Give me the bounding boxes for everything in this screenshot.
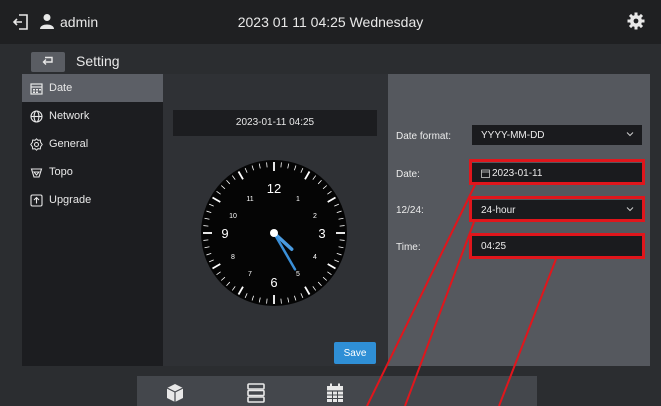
gear-icon [30,137,43,151]
cube-icon[interactable] [166,383,184,403]
clock-numeral-8: 8 [231,254,235,261]
time-label: Time: [396,242,421,253]
globe-icon [30,109,43,123]
save-button[interactable]: Save [334,342,376,364]
date-field-highlight [469,159,645,185]
sidebar-item-label: Upgrade [49,194,92,206]
sidebar-item-general[interactable]: General [22,130,163,158]
mode-field-highlight [469,196,645,222]
topology-icon [30,167,43,178]
clock-date-display: 2023-01-11 04:25 [173,110,377,136]
clock-tick [280,162,282,168]
clock-tick [339,239,345,241]
header-datetime: 2023 01 11 04:25 Wednesday [237,14,424,30]
back-arrow-icon [42,56,53,65]
clock-tick [266,162,268,168]
top-bar: admin 2023 01 11 04:25 Wednesday [0,0,661,44]
clock-tick [266,298,268,304]
date-format-label: Date format: [396,131,452,142]
clock-tick [203,225,209,227]
chevron-down-icon [626,132,634,137]
mode-label: 12/24: [396,205,424,216]
upgrade-icon [30,193,43,207]
settings-gear-icon[interactable] [627,12,645,30]
clock-panel: 2023-01-11 04:25 12 1 2 3 4 5 6 7 8 9 10… [163,74,388,366]
time-field-highlight [469,233,645,259]
clock-numeral-12: 12 [267,181,281,196]
clock-center-dot [270,229,278,237]
list-stack-icon[interactable] [247,383,265,403]
calendar-grid-icon[interactable] [326,383,344,403]
sidebar-item-label: Date [49,82,73,94]
date-format-select[interactable]: YYYY-MM-DD [472,125,642,145]
date-format-value: YYYY-MM-DD [481,129,545,141]
clock-numeral-2: 2 [313,213,317,220]
clock-tick [339,225,345,227]
sidebar-item-network[interactable]: Network [22,102,163,130]
clock-numeral-11: 11 [246,196,253,203]
clock-tick [203,239,209,241]
sidebar-item-label: General [49,138,89,150]
clock-numeral-6: 6 [270,275,277,290]
sidebar-item-upgrade[interactable]: Upgrade [22,186,163,214]
clock-numeral-4: 4 [313,254,317,261]
analog-clock: 12 1 2 3 4 5 6 7 8 9 10 11 [201,160,347,306]
sidebar-item-topo[interactable]: Topo [22,158,163,186]
clock-numeral-1: 1 [296,196,300,203]
clock-tick [280,298,282,304]
page-title: Setting [76,53,120,69]
clock-numeral-10: 10 [229,213,237,220]
clock-numeral-3: 3 [318,226,325,241]
sidebar-item-label: Network [49,110,90,122]
clock-numeral-9: 9 [221,226,228,241]
back-button[interactable] [31,52,65,72]
sidebar-item-date[interactable]: Date [22,74,163,102]
sidebar-item-label: Topo [49,166,73,178]
clock-numeral-5: 5 [296,271,300,278]
date-label: Date: [396,169,420,180]
bottom-bar [137,376,537,406]
clock-numeral-7: 7 [248,271,252,278]
calendar-icon [30,82,43,95]
sidebar: Date Network General Topo Upgrade [22,74,163,366]
